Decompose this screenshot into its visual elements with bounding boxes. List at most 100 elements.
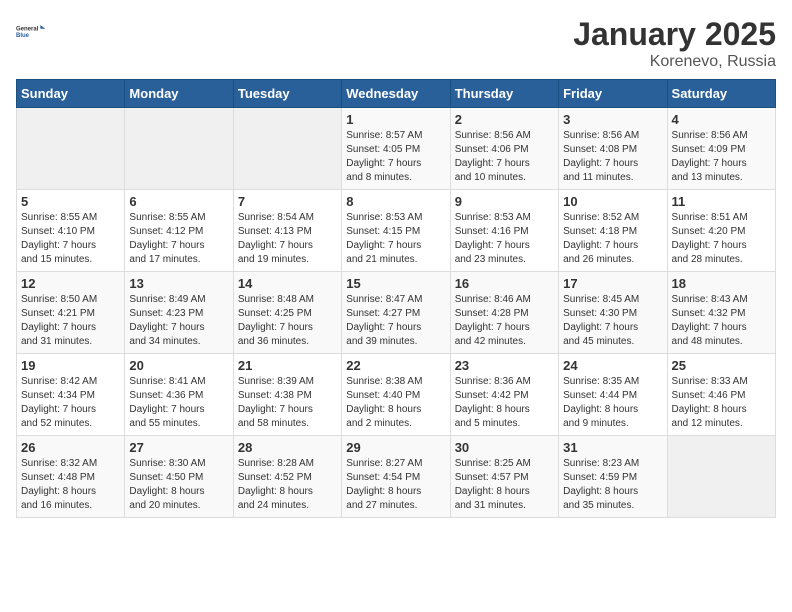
day-number: 20 [129, 358, 228, 373]
day-info: Sunrise: 8:53 AM Sunset: 4:16 PM Dayligh… [455, 211, 554, 267]
day-number: 26 [21, 440, 120, 455]
calendar-cell: 20 Sunrise: 8:41 AM Sunset: 4:36 PM Dayli… [125, 354, 233, 436]
day-info: Sunrise: 8:39 AM Sunset: 4:38 PM Dayligh… [238, 375, 337, 431]
week-row-5: 26 Sunrise: 8:32 AM Sunset: 4:48 PM Dayli… [17, 436, 776, 518]
day-number: 2 [455, 112, 554, 127]
calendar-cell: 22 Sunrise: 8:38 AM Sunset: 4:40 PM Dayli… [342, 354, 450, 436]
day-number: 13 [129, 276, 228, 291]
day-number: 5 [21, 194, 120, 209]
day-info: Sunrise: 8:45 AM Sunset: 4:30 PM Dayligh… [563, 293, 662, 349]
calendar-cell: 27 Sunrise: 8:30 AM Sunset: 4:50 PM Dayli… [125, 436, 233, 518]
day-info: Sunrise: 8:56 AM Sunset: 4:09 PM Dayligh… [672, 129, 771, 185]
day-info: Sunrise: 8:23 AM Sunset: 4:59 PM Dayligh… [563, 457, 662, 513]
svg-text:Blue: Blue [16, 33, 30, 39]
week-row-2: 5 Sunrise: 8:55 AM Sunset: 4:10 PM Daylig… [17, 190, 776, 272]
day-number: 21 [238, 358, 337, 373]
calendar-cell: 23 Sunrise: 8:36 AM Sunset: 4:42 PM Dayli… [450, 354, 558, 436]
calendar-cell: 25Sunrise: 8:33 AM Sunset: 4:46 PM Dayli… [667, 354, 775, 436]
day-number: 31 [563, 440, 662, 455]
calendar-cell: 26 Sunrise: 8:32 AM Sunset: 4:48 PM Dayli… [17, 436, 125, 518]
day-info: Sunrise: 8:38 AM Sunset: 4:40 PM Dayligh… [346, 375, 445, 431]
day-info: Sunrise: 8:27 AM Sunset: 4:54 PM Dayligh… [346, 457, 445, 513]
calendar-cell: 7 Sunrise: 8:54 AM Sunset: 4:13 PM Daylig… [233, 190, 341, 272]
day-number: 27 [129, 440, 228, 455]
day-number: 22 [346, 358, 445, 373]
day-number: 15 [346, 276, 445, 291]
calendar-cell: 24Sunrise: 8:35 AM Sunset: 4:44 PM Dayli… [559, 354, 667, 436]
calendar-cell [667, 436, 775, 518]
calendar-cell: 12 Sunrise: 8:50 AM Sunset: 4:21 PM Dayli… [17, 272, 125, 354]
day-number: 8 [346, 194, 445, 209]
week-row-3: 12 Sunrise: 8:50 AM Sunset: 4:21 PM Dayli… [17, 272, 776, 354]
day-info: Sunrise: 8:28 AM Sunset: 4:52 PM Dayligh… [238, 457, 337, 513]
day-info: Sunrise: 8:55 AM Sunset: 4:10 PM Dayligh… [21, 211, 120, 267]
day-info: Sunrise: 8:48 AM Sunset: 4:25 PM Dayligh… [238, 293, 337, 349]
week-row-1: 1Sunrise: 8:57 AM Sunset: 4:05 PM Daylig… [17, 108, 776, 190]
day-header-wednesday: Wednesday [342, 80, 450, 108]
calendar-cell [125, 108, 233, 190]
calendar-cell: 16Sunrise: 8:46 AM Sunset: 4:28 PM Dayli… [450, 272, 558, 354]
week-row-4: 19 Sunrise: 8:42 AM Sunset: 4:34 PM Dayli… [17, 354, 776, 436]
calendar-cell: 8 Sunrise: 8:53 AM Sunset: 4:15 PM Daylig… [342, 190, 450, 272]
day-number: 24 [563, 358, 662, 373]
day-number: 29 [346, 440, 445, 455]
svg-text:General: General [16, 26, 39, 32]
day-headers: SundayMondayTuesdayWednesdayThursdayFrid… [17, 80, 776, 108]
day-header-friday: Friday [559, 80, 667, 108]
day-info: Sunrise: 8:42 AM Sunset: 4:34 PM Dayligh… [21, 375, 120, 431]
calendar-cell [233, 108, 341, 190]
location-title: Korenevo, Russia [573, 53, 776, 71]
calendar-cell: 11 Sunrise: 8:51 AM Sunset: 4:20 PM Dayli… [667, 190, 775, 272]
day-number: 23 [455, 358, 554, 373]
day-number: 14 [238, 276, 337, 291]
month-title: January 2025 [573, 16, 776, 53]
day-header-saturday: Saturday [667, 80, 775, 108]
day-info: Sunrise: 8:32 AM Sunset: 4:48 PM Dayligh… [21, 457, 120, 513]
calendar-cell: 18Sunrise: 8:43 AM Sunset: 4:32 PM Dayli… [667, 272, 775, 354]
day-number: 4 [672, 112, 771, 127]
day-number: 6 [129, 194, 228, 209]
header: GeneralBlue January 2025 Korenevo, Russi… [16, 16, 776, 71]
day-info: Sunrise: 8:57 AM Sunset: 4:05 PM Dayligh… [346, 129, 445, 185]
calendar-table: SundayMondayTuesdayWednesdayThursdayFrid… [16, 79, 776, 518]
calendar-cell: 13 Sunrise: 8:49 AM Sunset: 4:23 PM Dayli… [125, 272, 233, 354]
day-info: Sunrise: 8:54 AM Sunset: 4:13 PM Dayligh… [238, 211, 337, 267]
day-info: Sunrise: 8:41 AM Sunset: 4:36 PM Dayligh… [129, 375, 228, 431]
day-info: Sunrise: 8:53 AM Sunset: 4:15 PM Dayligh… [346, 211, 445, 267]
day-info: Sunrise: 8:36 AM Sunset: 4:42 PM Dayligh… [455, 375, 554, 431]
calendar-cell: 10Sunrise: 8:52 AM Sunset: 4:18 PM Dayli… [559, 190, 667, 272]
calendar-cell: 5 Sunrise: 8:55 AM Sunset: 4:10 PM Daylig… [17, 190, 125, 272]
day-info: Sunrise: 8:25 AM Sunset: 4:57 PM Dayligh… [455, 457, 554, 513]
calendar-cell: 19 Sunrise: 8:42 AM Sunset: 4:34 PM Dayli… [17, 354, 125, 436]
day-number: 28 [238, 440, 337, 455]
day-info: Sunrise: 8:56 AM Sunset: 4:08 PM Dayligh… [563, 129, 662, 185]
logo-icon: GeneralBlue [16, 16, 46, 46]
day-number: 7 [238, 194, 337, 209]
calendar-cell: 31 Sunrise: 8:23 AM Sunset: 4:59 PM Dayli… [559, 436, 667, 518]
day-header-tuesday: Tuesday [233, 80, 341, 108]
calendar-cell: 29 Sunrise: 8:27 AM Sunset: 4:54 PM Dayli… [342, 436, 450, 518]
day-info: Sunrise: 8:51 AM Sunset: 4:20 PM Dayligh… [672, 211, 771, 267]
logo: GeneralBlue [16, 16, 46, 46]
day-info: Sunrise: 8:33 AM Sunset: 4:46 PM Dayligh… [672, 375, 771, 431]
calendar-cell: 6 Sunrise: 8:55 AM Sunset: 4:12 PM Daylig… [125, 190, 233, 272]
day-info: Sunrise: 8:43 AM Sunset: 4:32 PM Dayligh… [672, 293, 771, 349]
calendar-cell: 15 Sunrise: 8:47 AM Sunset: 4:27 PM Dayli… [342, 272, 450, 354]
day-number: 10 [563, 194, 662, 209]
day-number: 3 [563, 112, 662, 127]
calendar-cell: 21 Sunrise: 8:39 AM Sunset: 4:38 PM Dayli… [233, 354, 341, 436]
day-info: Sunrise: 8:50 AM Sunset: 4:21 PM Dayligh… [21, 293, 120, 349]
day-header-sunday: Sunday [17, 80, 125, 108]
calendar-cell: 9Sunrise: 8:53 AM Sunset: 4:16 PM Daylig… [450, 190, 558, 272]
day-info: Sunrise: 8:47 AM Sunset: 4:27 PM Dayligh… [346, 293, 445, 349]
calendar-cell: 28 Sunrise: 8:28 AM Sunset: 4:52 PM Dayli… [233, 436, 341, 518]
day-header-monday: Monday [125, 80, 233, 108]
day-number: 11 [672, 194, 771, 209]
day-info: Sunrise: 8:49 AM Sunset: 4:23 PM Dayligh… [129, 293, 228, 349]
day-info: Sunrise: 8:55 AM Sunset: 4:12 PM Dayligh… [129, 211, 228, 267]
day-number: 12 [21, 276, 120, 291]
day-number: 16 [455, 276, 554, 291]
day-number: 19 [21, 358, 120, 373]
calendar-cell: 17Sunrise: 8:45 AM Sunset: 4:30 PM Dayli… [559, 272, 667, 354]
day-info: Sunrise: 8:30 AM Sunset: 4:50 PM Dayligh… [129, 457, 228, 513]
